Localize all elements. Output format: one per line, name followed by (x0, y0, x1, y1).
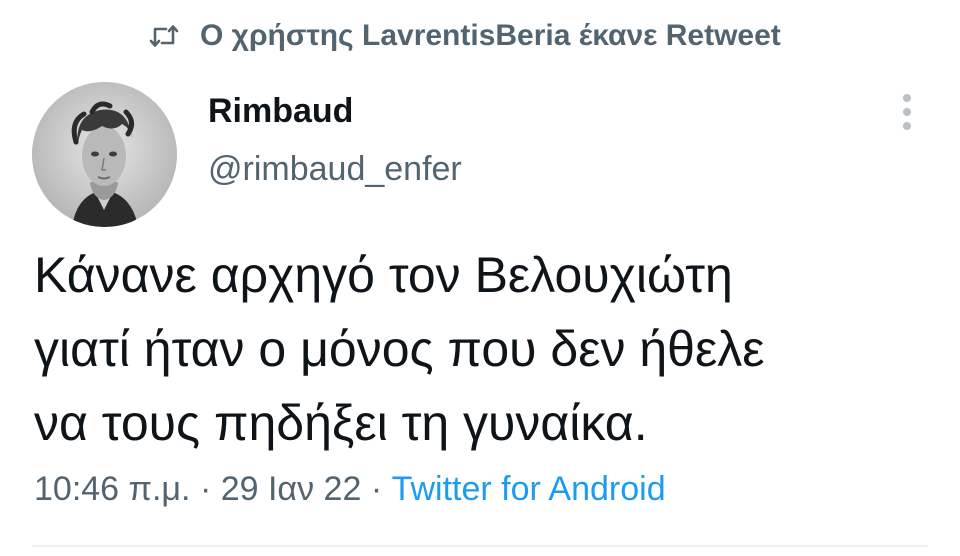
meta-separator: · (370, 470, 383, 508)
more-vertical-icon-dot (903, 122, 911, 130)
more-options-button[interactable] (892, 92, 922, 132)
retweet-banner[interactable]: Ο χρήστης LavrentisBeria έκανε Retweet (146, 14, 781, 58)
divider (32, 545, 928, 547)
avatar[interactable] (32, 82, 177, 227)
tweet-text-line: γιατί ήταν ο μόνος που δεν ήθελε (34, 321, 765, 377)
author-display-name[interactable]: Rimbaud (208, 92, 353, 131)
tweet-source-link[interactable]: Twitter for Android (392, 470, 666, 508)
tweet-metadata: 10:46 π.μ. · 29 Ιαν 22 · Twitter for And… (34, 470, 666, 509)
more-vertical-icon (903, 94, 911, 102)
tweet-text-line: να τους πηδήξει τη γυναίκα. (34, 395, 648, 451)
retweet-icon (146, 18, 182, 54)
retweet-label: Ο χρήστης LavrentisBeria έκανε Retweet (200, 19, 781, 52)
meta-separator: · (199, 470, 212, 508)
more-vertical-icon-dot (903, 108, 911, 116)
tweet-date[interactable]: 29 Ιαν 22 (221, 470, 362, 508)
tweet-time[interactable]: 10:46 π.μ. (34, 470, 190, 508)
author-handle[interactable]: @rimbaud_enfer (208, 150, 462, 189)
tweet-text: Κάνανε αρχηγό τον Βελουχιώτη γιατί ήταν … (34, 238, 934, 460)
tweet-text-line: Κάνανε αρχηγό τον Βελουχιώτη (34, 247, 733, 303)
portrait-photo (32, 82, 177, 227)
